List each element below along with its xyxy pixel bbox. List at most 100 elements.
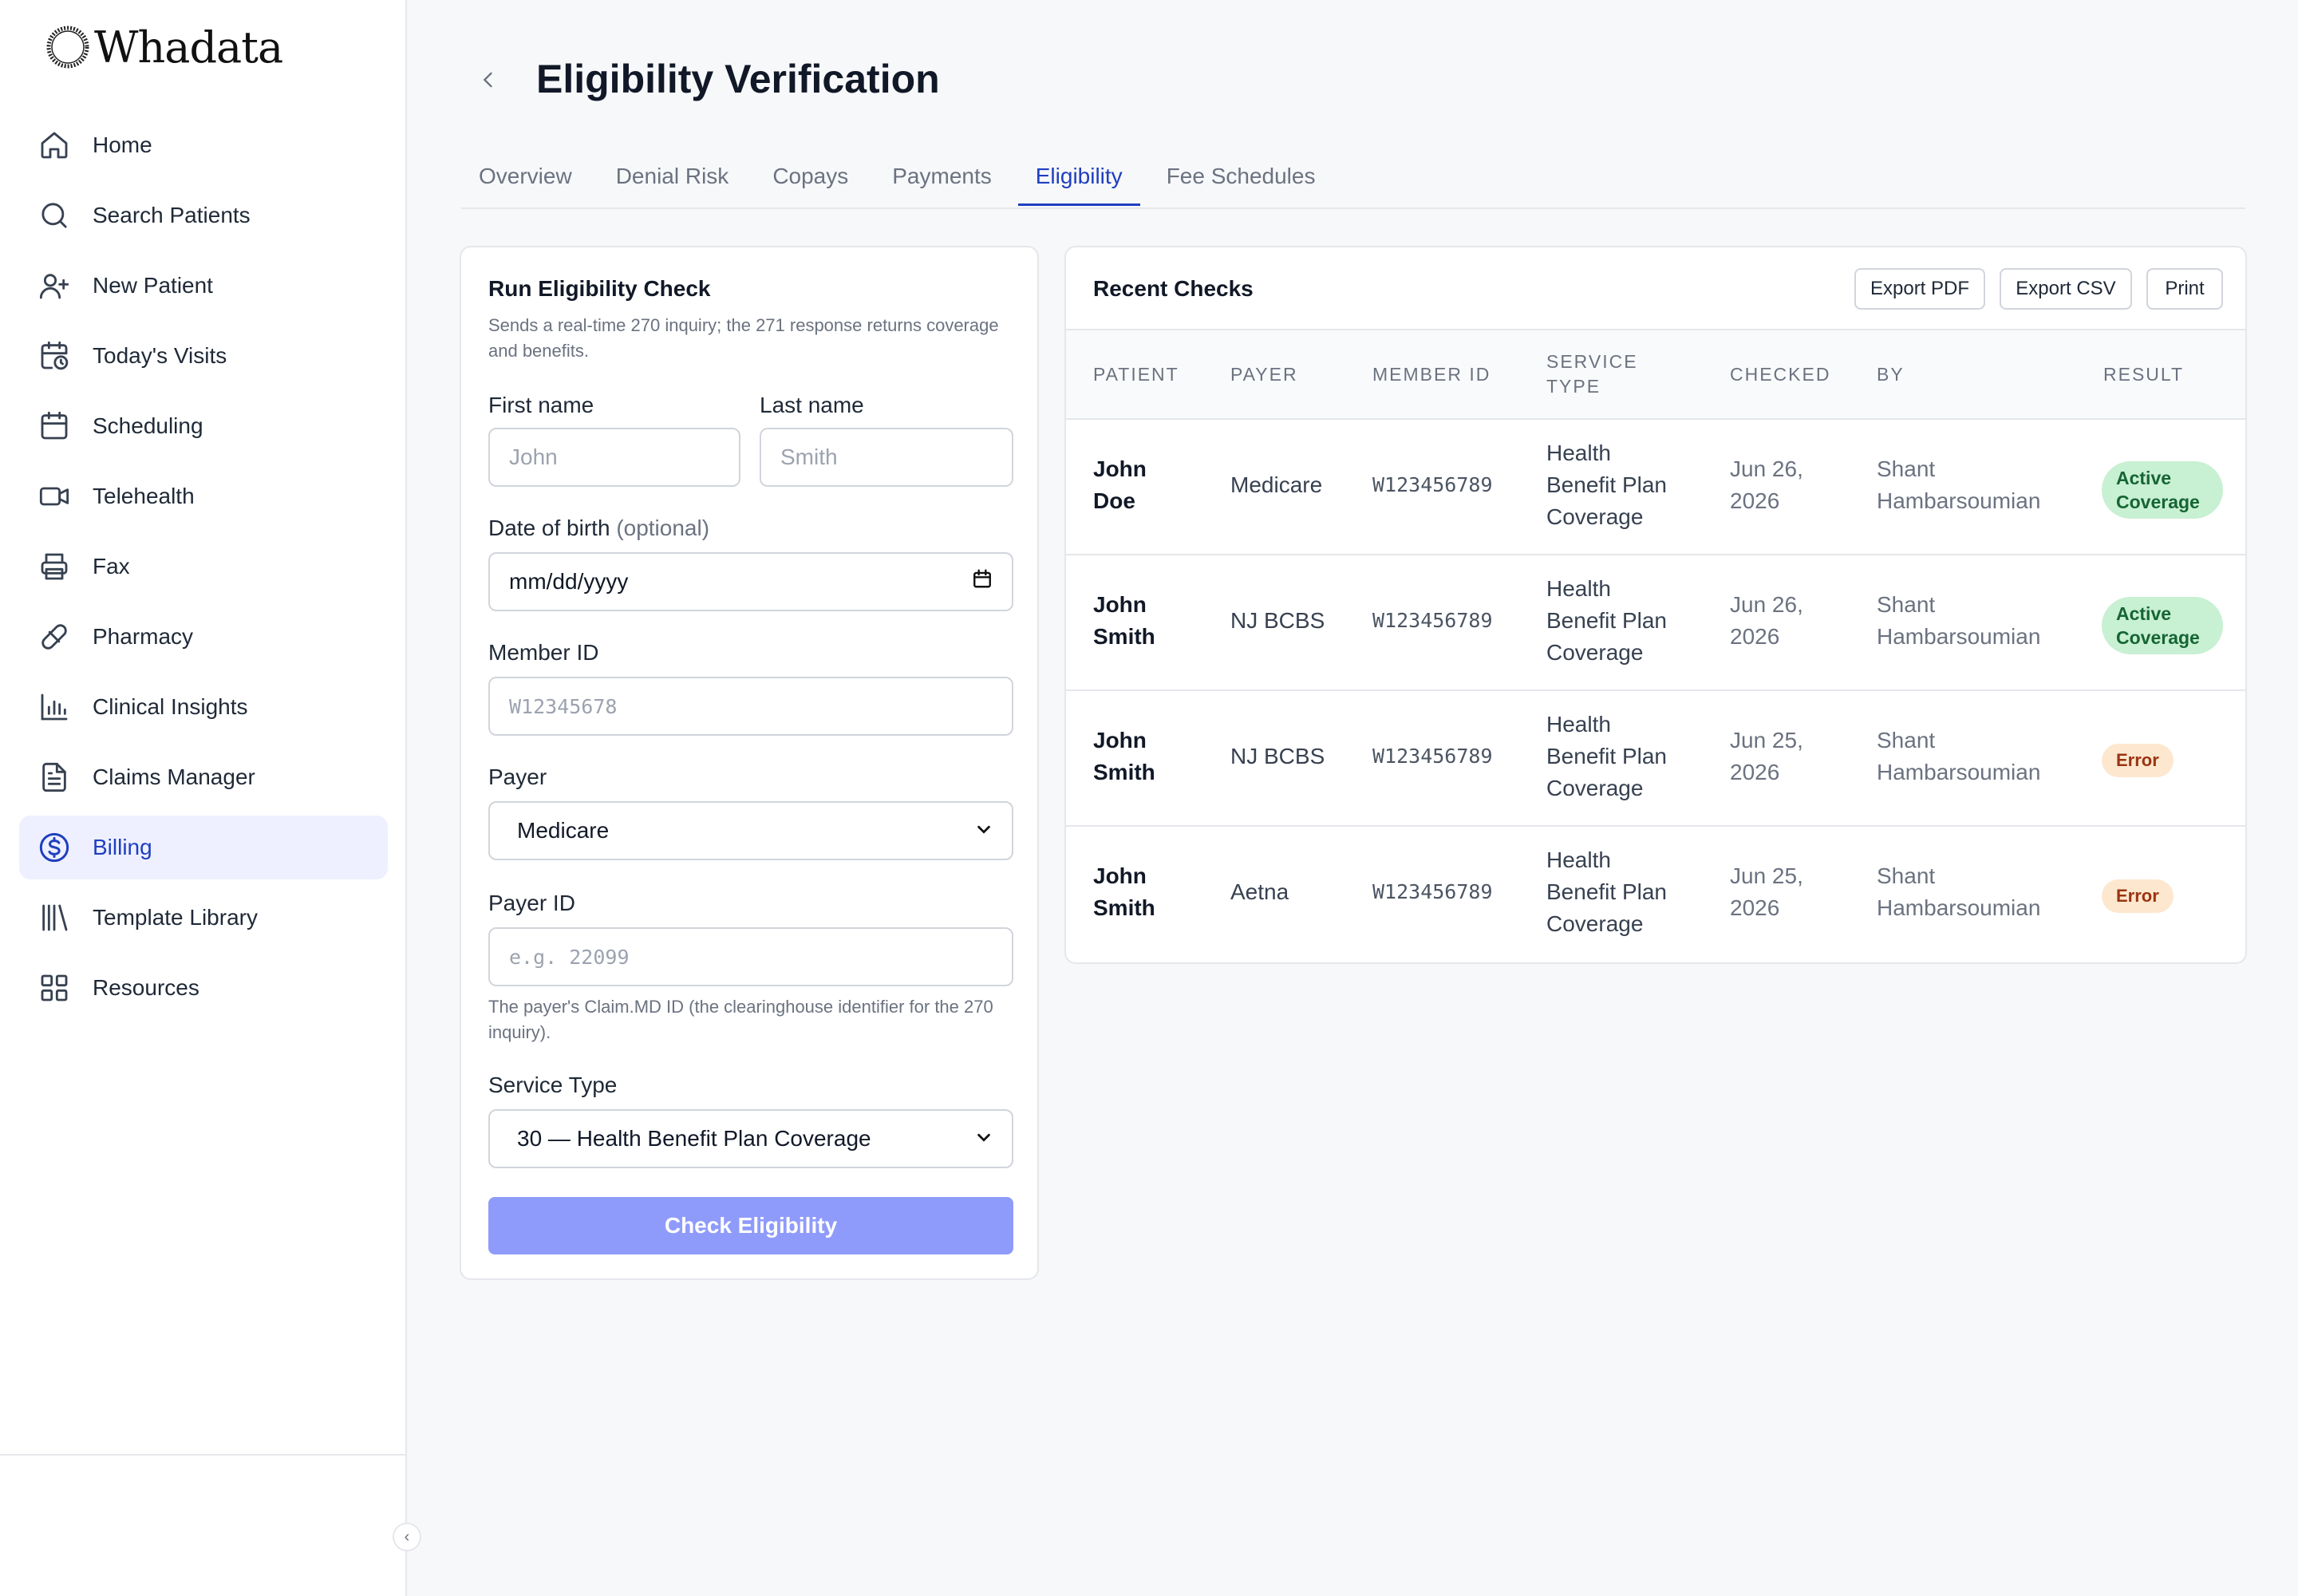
- sidebar-item-label: Pharmacy: [93, 624, 194, 649]
- col-header-checked[interactable]: CHECKED: [1730, 362, 1830, 387]
- payer-select[interactable]: Medicare: [488, 801, 1013, 860]
- sidebar-item-resources[interactable]: Resources: [19, 956, 388, 1020]
- col-header-member-id[interactable]: MEMBER ID: [1372, 362, 1491, 387]
- print-button[interactable]: Print: [2146, 268, 2223, 310]
- col-header-service-type[interactable]: SERVICE TYPE: [1546, 350, 1642, 399]
- sidebar-item-label: Fax: [93, 554, 130, 579]
- cell-checked: Jun 26, 2026: [1730, 456, 1803, 513]
- table-row[interactable]: John Smith NJ BCBS W123456789 Health Ben…: [1066, 691, 2245, 827]
- sidebar-item-label: Resources: [93, 975, 199, 1000]
- form-subtitle: Sends a real-time 270 inquiry; the 271 r…: [488, 315, 999, 361]
- sidebar-item-label: Scheduling: [93, 413, 203, 438]
- sidebar-item-label: Search Patients: [93, 203, 251, 227]
- cell-by: Shant Hambarsoumian: [1877, 592, 2041, 649]
- grid-icon: [41, 974, 68, 1001]
- file-text-icon: [42, 762, 66, 792]
- cell-member-id: W123456789: [1372, 609, 1493, 632]
- cell-patient: John Doe: [1093, 456, 1147, 513]
- sidebar-item-telehealth[interactable]: Telehealth: [19, 464, 388, 528]
- form-title: Run Eligibility Check: [488, 276, 711, 301]
- printer-icon: [41, 553, 68, 580]
- cell-by: Shant Hambarsoumian: [1877, 863, 2041, 920]
- sidebar-item-search-patients[interactable]: Search Patients: [19, 184, 388, 247]
- payer-id-label: Payer ID: [488, 891, 575, 915]
- cell-checked: Jun 25, 2026: [1730, 863, 1803, 920]
- cell-checked: Jun 25, 2026: [1730, 728, 1803, 784]
- sidebar: Whadata Home Search Patients New Patient…: [0, 0, 407, 1596]
- calendar-icon: [41, 411, 68, 440]
- library-icon: [42, 904, 68, 931]
- calendar-picker-icon[interactable]: [972, 569, 993, 595]
- chevron-down-icon: [975, 1126, 993, 1152]
- dob-label: Date of birth (optional): [488, 516, 709, 541]
- table-row[interactable]: John Smith NJ BCBS W123456789 Health Ben…: [1066, 555, 2245, 691]
- dollar-circle-icon: [39, 832, 69, 863]
- table-row[interactable]: John Smith Aetna W123456789 Health Benef…: [1066, 827, 2245, 962]
- table-row[interactable]: John Doe Medicare W123456789 Health Bene…: [1066, 420, 2245, 555]
- app-logo[interactable]: Whadata: [43, 19, 283, 75]
- cell-service-type: Health Benefit Plan Coverage: [1546, 712, 1667, 800]
- sidebar-item-label: Claims Manager: [93, 764, 255, 789]
- col-header-patient[interactable]: PATIENT: [1093, 362, 1179, 387]
- sidebar-item-fax[interactable]: Fax: [19, 535, 388, 598]
- cell-member-id: W123456789: [1372, 880, 1493, 903]
- payer-label: Payer: [488, 764, 547, 789]
- export-pdf-button[interactable]: Export PDF: [1854, 268, 1985, 310]
- service-type-selected-value: 30 — Health Benefit Plan Coverage: [517, 1126, 871, 1151]
- payer-selected-value: Medicare: [517, 818, 610, 843]
- sidebar-item-label: Home: [93, 132, 152, 157]
- cell-patient: John Smith: [1093, 863, 1155, 920]
- member-id-input[interactable]: W12345678: [488, 677, 1013, 736]
- col-header-payer[interactable]: PAYER: [1230, 362, 1298, 387]
- cell-service-type: Health Benefit Plan Coverage: [1546, 847, 1667, 936]
- tab-fee-schedules[interactable]: Fee Schedules: [1149, 152, 1333, 206]
- export-csv-button[interactable]: Export CSV: [2000, 268, 2132, 310]
- logo-wreath-icon: [46, 26, 89, 69]
- sidebar-item-label: Billing: [93, 835, 152, 859]
- tab-eligibility[interactable]: Eligibility: [1017, 152, 1140, 206]
- cell-by: Shant Hambarsoumian: [1877, 456, 2041, 513]
- sidebar-item-billing[interactable]: Billing: [19, 816, 388, 879]
- sidebar-item-scheduling[interactable]: Scheduling: [19, 394, 388, 458]
- tab-copays[interactable]: Copays: [755, 152, 866, 206]
- member-id-label: Member ID: [488, 640, 599, 665]
- sidebar-item-new-patient[interactable]: New Patient: [19, 254, 388, 318]
- collapse-sidebar-button[interactable]: ‹: [393, 1523, 421, 1551]
- status-badge: Active Coverage: [2102, 461, 2223, 519]
- tab-overview[interactable]: Overview: [461, 152, 590, 206]
- search-icon: [41, 203, 67, 228]
- sidebar-item-todays-visits[interactable]: Today's Visits: [19, 324, 388, 388]
- sidebar-item-label: Telehealth: [93, 484, 195, 508]
- user-plus-icon: [39, 274, 69, 299]
- sidebar-footer-divider: [0, 1454, 405, 1456]
- sidebar-item-home[interactable]: Home: [19, 113, 388, 177]
- payer-id-input[interactable]: e.g. 22099: [488, 927, 1013, 986]
- cell-by: Shant Hambarsoumian: [1877, 728, 2041, 784]
- col-header-result[interactable]: RESULT: [2103, 362, 2184, 387]
- sidebar-item-template-library[interactable]: Template Library: [19, 886, 388, 950]
- chevron-left-icon: [483, 72, 492, 88]
- first-name-input[interactable]: John: [488, 428, 740, 487]
- cell-payer: Medicare: [1230, 472, 1323, 497]
- bar-chart-icon: [41, 693, 68, 721]
- check-eligibility-button[interactable]: Check Eligibility: [488, 1197, 1013, 1254]
- back-button[interactable]: [469, 61, 507, 99]
- cell-payer: Aetna: [1230, 879, 1289, 904]
- last-name-label: Last name: [760, 393, 864, 417]
- sidebar-item-pharmacy[interactable]: Pharmacy: [19, 605, 388, 669]
- tab-denial-risk[interactable]: Denial Risk: [598, 152, 747, 206]
- dob-input[interactable]: mm/dd/yyyy: [488, 552, 1013, 611]
- eligibility-form-card: Run Eligibility Check Sends a real-time …: [460, 246, 1039, 1280]
- sidebar-item-clinical-insights[interactable]: Clinical Insights: [19, 675, 388, 739]
- service-type-label: Service Type: [488, 1073, 618, 1097]
- payer-id-hint: The payer's Claim.MD ID (the clearinghou…: [488, 997, 993, 1042]
- sidebar-item-claims-manager[interactable]: Claims Manager: [19, 745, 388, 809]
- last-name-input[interactable]: Smith: [760, 428, 1013, 487]
- sidebar-item-label: Today's Visits: [93, 343, 227, 368]
- chevron-down-icon: [975, 818, 993, 843]
- tab-payments[interactable]: Payments: [875, 152, 1009, 206]
- service-type-select[interactable]: 30 — Health Benefit Plan Coverage: [488, 1109, 1013, 1168]
- col-header-by[interactable]: BY: [1877, 362, 1905, 387]
- recent-checks-title: Recent Checks: [1093, 276, 1254, 301]
- cell-service-type: Health Benefit Plan Coverage: [1546, 440, 1667, 529]
